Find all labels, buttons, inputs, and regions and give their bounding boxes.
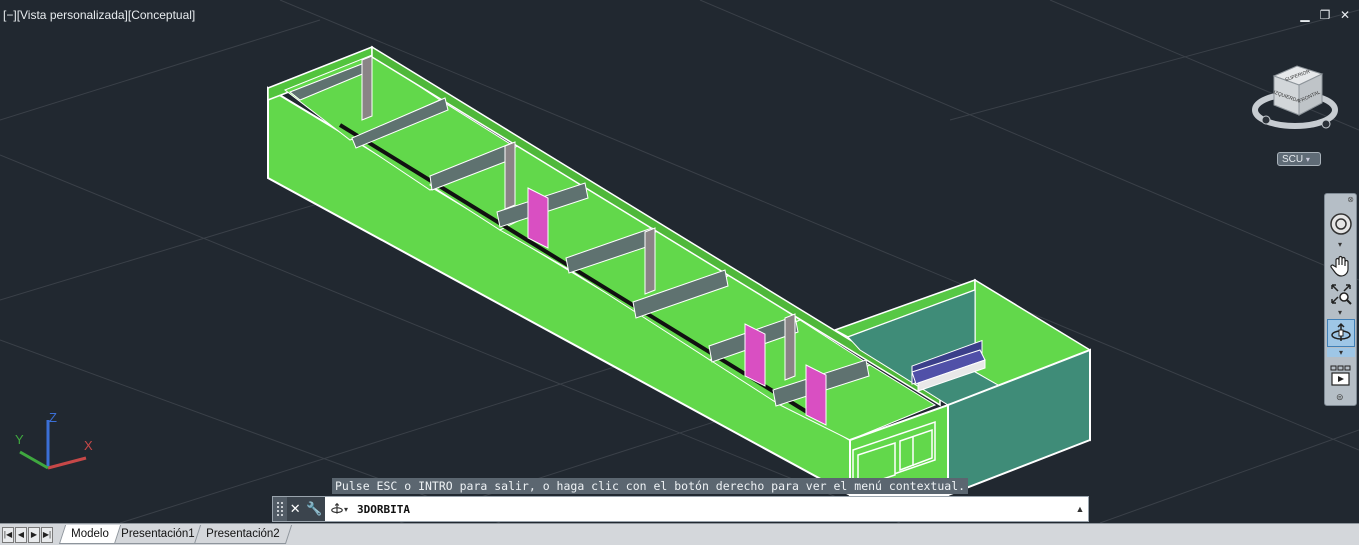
model-drawing[interactable] bbox=[0, 0, 1359, 523]
tab-modelo[interactable]: Modelo bbox=[58, 525, 121, 544]
showmotion-button[interactable] bbox=[1327, 362, 1355, 390]
view-menu[interactable]: [Vista personalizada] bbox=[17, 8, 128, 22]
chevron-down-icon[interactable]: ▾ bbox=[1338, 240, 1342, 249]
ucs-z-label: Z bbox=[49, 410, 57, 425]
next-tab-button[interactable]: ▶ bbox=[28, 527, 40, 543]
showmotion-icon bbox=[1330, 365, 1351, 386]
command-tools: ✕ 🔧 bbox=[287, 497, 325, 521]
viewport-label[interactable]: [−][Vista personalizada][Conceptual] bbox=[3, 8, 195, 22]
tab-label: Presentación1 bbox=[120, 528, 195, 540]
tab-label: Presentación2 bbox=[206, 528, 280, 540]
tab-presentacion1[interactable]: Presentación1 bbox=[108, 525, 207, 544]
orbit-icon bbox=[331, 502, 343, 514]
viewport-window-controls: ▁ ❐ ✕ bbox=[1299, 9, 1351, 21]
ucs-menu-button[interactable]: SCU ▾ bbox=[1277, 152, 1321, 166]
drag-handle-icon[interactable] bbox=[273, 497, 287, 521]
ucs-x-label: X bbox=[84, 438, 93, 453]
navbar-options-icon[interactable]: ⊜ bbox=[1336, 392, 1344, 403]
viewport-controls-menu[interactable]: [−] bbox=[3, 8, 17, 22]
layout-tabs: Modelo Presentación1 Presentación2 bbox=[58, 524, 292, 544]
prev-tab-button[interactable]: ◀ bbox=[15, 527, 27, 543]
command-input[interactable]: 3DORBITA bbox=[353, 503, 1072, 516]
orbit-dropdown-chevron[interactable]: ▾ bbox=[1327, 348, 1355, 357]
command-history-button[interactable]: ▲ bbox=[1072, 504, 1088, 514]
pan-button[interactable] bbox=[1327, 252, 1355, 280]
chevron-down-icon[interactable]: ▾ bbox=[1338, 308, 1342, 317]
pan-icon bbox=[1330, 255, 1349, 277]
visual-style-menu[interactable]: [Conceptual] bbox=[128, 8, 195, 22]
first-tab-button[interactable]: |◀ bbox=[2, 527, 14, 543]
close-icon[interactable]: ✕ bbox=[290, 501, 301, 517]
restore-button[interactable]: ❐ bbox=[1319, 9, 1331, 21]
zoom-icon bbox=[1331, 284, 1352, 305]
orbit-button[interactable] bbox=[1327, 319, 1355, 347]
chevron-down-icon: ▾ bbox=[1305, 155, 1310, 164]
orbit-icon bbox=[1331, 322, 1351, 341]
chevron-down-icon: ▾ bbox=[343, 504, 348, 514]
tab-label: Modelo bbox=[71, 528, 109, 540]
tab-navigation: |◀ ◀ ▶ ▶| bbox=[2, 527, 54, 543]
zoom-button[interactable] bbox=[1327, 280, 1355, 308]
steeringwheel-icon bbox=[1330, 213, 1352, 235]
close-button[interactable]: ✕ bbox=[1339, 9, 1351, 21]
drawing-viewport[interactable]: [−][Vista personalizada][Conceptual] ▁ ❐… bbox=[0, 0, 1359, 523]
tab-presentacion2[interactable]: Presentación2 bbox=[194, 525, 292, 544]
navigation-bar: ⊗ ▾ ▾ ▾ ⊜ bbox=[1324, 193, 1357, 406]
recent-commands-button[interactable]: ▾ bbox=[325, 502, 353, 516]
wrench-icon[interactable]: 🔧 bbox=[306, 501, 322, 517]
ucs-menu-label: SCU bbox=[1282, 154, 1304, 165]
navbar-close-icon[interactable]: ⊗ bbox=[1347, 195, 1354, 204]
minimize-button[interactable]: ▁ bbox=[1299, 9, 1311, 21]
command-prompt-text: Pulse ESC o INTRO para salir, o haga cli… bbox=[332, 478, 969, 494]
command-line: ✕ 🔧 ▾ 3DORBITA ▲ bbox=[272, 496, 1089, 522]
layout-tabs-bar: |◀ ◀ ▶ ▶| Modelo Presentación1 Presentac… bbox=[0, 523, 1359, 545]
ucs-icon: Z X Y bbox=[15, 410, 93, 470]
ucs-y-label: Y bbox=[15, 432, 24, 447]
steeringwheel-button[interactable] bbox=[1327, 210, 1355, 238]
last-tab-button[interactable]: ▶| bbox=[41, 527, 53, 543]
viewcube[interactable]: SUPERIOR IZQUIERDA FRONTAL bbox=[1250, 58, 1340, 138]
